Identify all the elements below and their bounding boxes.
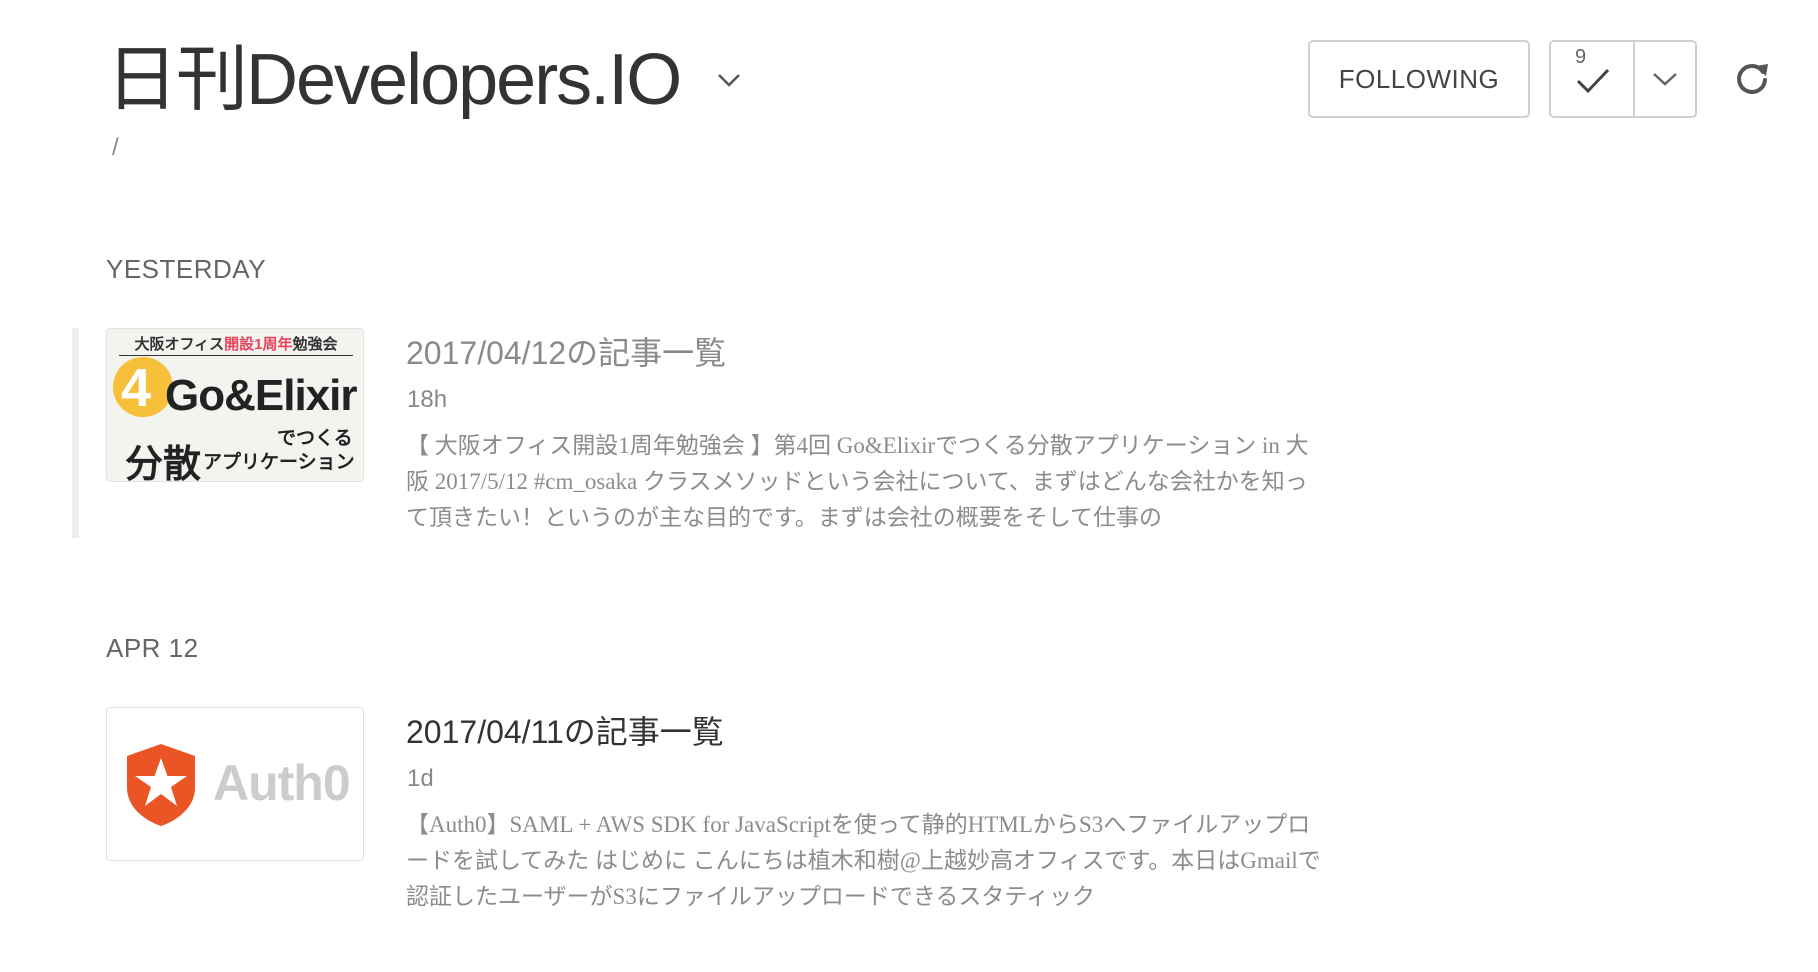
thumbnail-big-text: 分散 xyxy=(125,444,202,482)
feed-header: 日刊Developers.IO xyxy=(106,36,744,124)
chevron-down-icon[interactable] xyxy=(714,65,744,95)
mark-as-read-group: 9 xyxy=(1549,40,1697,118)
mark-as-read-button[interactable]: 9 xyxy=(1551,42,1635,116)
breadcrumb: / xyxy=(112,134,119,161)
thumbnail-main-text: Go&Elixir xyxy=(165,371,357,420)
thumbnail-event-name: 大阪オフィス開設1周年勉強会 xyxy=(134,336,338,353)
check-icon xyxy=(1576,68,1610,94)
thumbnail-sub-text: でつくる xyxy=(277,428,353,449)
read-indicator xyxy=(72,328,79,538)
thumbnail-number: 4 xyxy=(121,358,152,418)
entry-thumbnail[interactable]: 大阪オフィス開設1周年勉強会 4 Go&Elixir でつくる 分散 アプリケー… xyxy=(106,328,364,482)
auth0-logo-text: Auth0 xyxy=(213,755,351,811)
refresh-button[interactable] xyxy=(1732,58,1772,98)
thumbnail-divider xyxy=(119,355,353,356)
star-shield-icon xyxy=(127,744,195,826)
entry-age: 1d xyxy=(407,765,434,792)
entry-age: 18h xyxy=(407,386,448,413)
chevron-down-icon xyxy=(1653,73,1677,86)
thumbnail-small-text: アプリケーション xyxy=(203,452,355,473)
refresh-icon xyxy=(1737,64,1768,94)
section-label-apr-12: APR 12 xyxy=(106,633,199,663)
entry-summary[interactable]: 【Auth0】SAML + AWS SDK for JavaScriptを使って… xyxy=(406,807,1326,915)
entry-summary[interactable]: 【 大阪オフィス開設1周年勉強会 】第4回 Go&Elixirでつくる分散アプリ… xyxy=(406,428,1326,536)
section-label-yesterday: YESTERDAY xyxy=(106,254,267,284)
feed-title[interactable]: 日刊Developers.IO xyxy=(106,36,682,124)
mark-as-read-options-button[interactable] xyxy=(1635,42,1695,116)
entry-thumbnail[interactable]: Auth0 xyxy=(106,707,364,861)
following-button[interactable]: FOLLOWING xyxy=(1308,40,1530,118)
entry-title[interactable]: 2017/04/12の記事一覧 xyxy=(406,328,726,374)
entry-title[interactable]: 2017/04/11の記事一覧 xyxy=(406,707,724,753)
